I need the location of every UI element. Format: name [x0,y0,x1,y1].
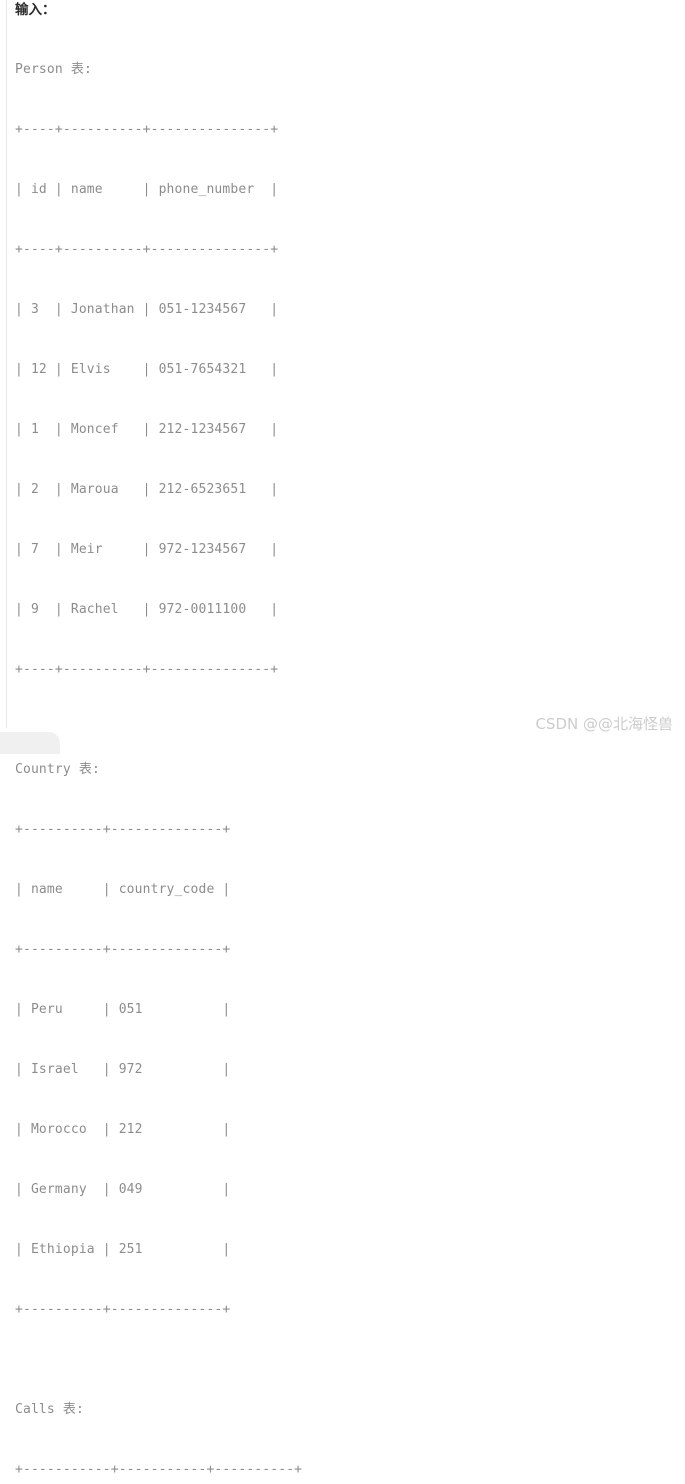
table-row: | 7 | Meir | 972-1234567 | [15,542,279,557]
country-table-header-row: | name | country_code | [15,882,231,897]
calls-table-caption: Calls 表: [15,1402,84,1417]
table-row: | Morocco | 212 | [15,1122,231,1137]
bottom-chrome-chip [0,732,60,754]
page-root: 输入： Person 表: +----+----------+---------… [0,0,685,1477]
person-table-header-row: | id | name | phone_number | [15,182,279,197]
person-table-block: Person 表: +----+----------+-------------… [15,20,675,720]
calls-table-separator-top: +-----------+-----------+----------+ [15,1462,303,1477]
table-row: | Israel | 972 | [15,1062,231,1077]
person-table-separator-top: +----+----------+---------------+ [15,122,279,137]
country-table-separator-bottom: +----------+--------------+ [15,1302,231,1317]
content-area: 输入： Person 表: +----+----------+---------… [15,0,675,1484]
table-row: | Peru | 051 | [15,1002,231,1017]
calls-table-block: Calls 表: +-----------+-----------+------… [15,1360,675,1484]
table-row: | 1 | Moncef | 212-1234567 | [15,422,279,437]
country-table-separator-top: +----------+--------------+ [15,822,231,837]
table-row: | Germany | 049 | [15,1182,231,1197]
code-block-gutter-rule [6,0,7,728]
page-title: 输入： [15,2,56,18]
table-row: | 12 | Elvis | 051-7654321 | [15,362,279,377]
person-table-separator-mid: +----+----------+---------------+ [15,242,279,257]
country-table-separator-mid: +----------+--------------+ [15,942,231,957]
country-table-caption: Country 表: [15,762,100,777]
person-table-caption: Person 表: [15,62,92,77]
table-row: | 2 | Maroua | 212-6523651 | [15,482,279,497]
table-row: | 3 | Jonathan | 051-1234567 | [15,302,279,317]
country-table-block: Country 表: +----------+--------------+ |… [15,720,675,1360]
table-row: | 9 | Rachel | 972-0011100 | [15,602,279,617]
csdn-watermark: CSDN @@北海怪兽 [535,715,673,733]
table-row: | Ethiopia | 251 | [15,1242,231,1257]
person-table-separator-bottom: +----+----------+---------------+ [15,662,279,677]
